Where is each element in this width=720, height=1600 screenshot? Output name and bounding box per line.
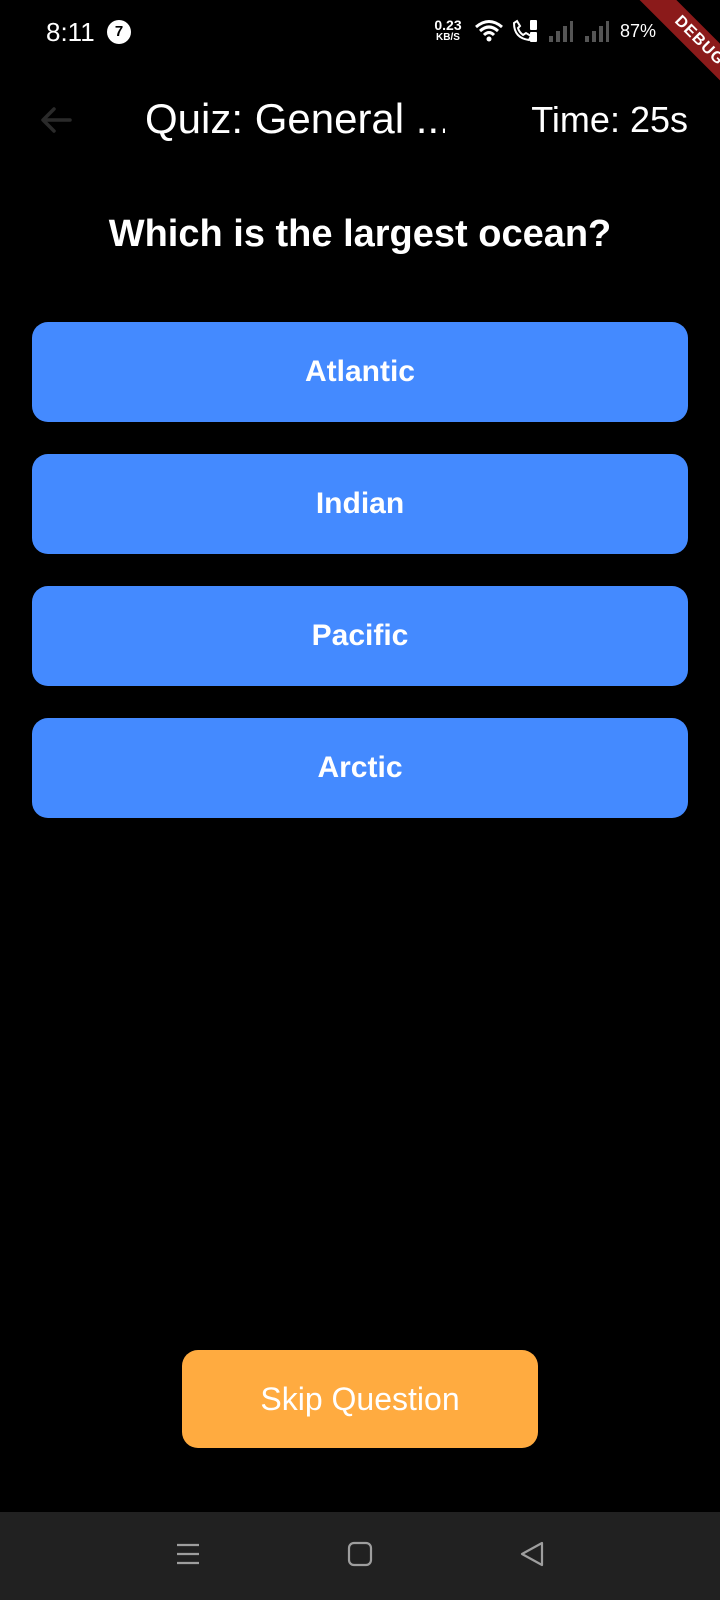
notification-count-badge: 7 xyxy=(107,20,131,44)
app-bar: Quiz: General ... Time: 25s xyxy=(0,72,720,168)
call-icon xyxy=(510,18,540,49)
status-bar: 8:11 7 0.23 KB/S 87% xyxy=(0,0,720,64)
timer-label: Time: 25s xyxy=(531,99,688,140)
answer-button[interactable]: Arctic xyxy=(32,718,688,818)
signal-icon xyxy=(584,18,610,49)
home-icon xyxy=(345,1539,375,1574)
answer-button[interactable]: Pacific xyxy=(32,586,688,686)
signal-icon xyxy=(548,18,574,49)
menu-icon xyxy=(173,1539,203,1574)
system-back-button[interactable] xyxy=(510,1534,554,1578)
home-button[interactable] xyxy=(338,1534,382,1578)
back-button[interactable] xyxy=(28,94,84,150)
question-text: Which is the largest ocean? xyxy=(108,213,612,255)
menu-button[interactable] xyxy=(166,1534,210,1578)
status-time: 8:11 xyxy=(46,17,95,47)
answer-button[interactable]: Indian xyxy=(32,454,688,554)
page-title: Quiz: General ... xyxy=(145,95,445,142)
network-speed-unit: KB/S xyxy=(436,32,460,43)
battery-level: 87% xyxy=(620,21,657,41)
network-speed: 0.23 KB/S xyxy=(430,18,466,43)
arrow-back-icon xyxy=(38,102,74,143)
network-speed-value: 0.23 xyxy=(434,17,462,33)
answer-list: Atlantic Indian Pacific Arctic xyxy=(32,322,688,850)
system-nav-bar xyxy=(0,1512,720,1600)
back-icon xyxy=(517,1539,547,1574)
answer-button[interactable]: Atlantic xyxy=(32,322,688,422)
wifi-icon xyxy=(474,18,504,49)
skip-question-button[interactable]: Skip Question xyxy=(182,1350,538,1448)
